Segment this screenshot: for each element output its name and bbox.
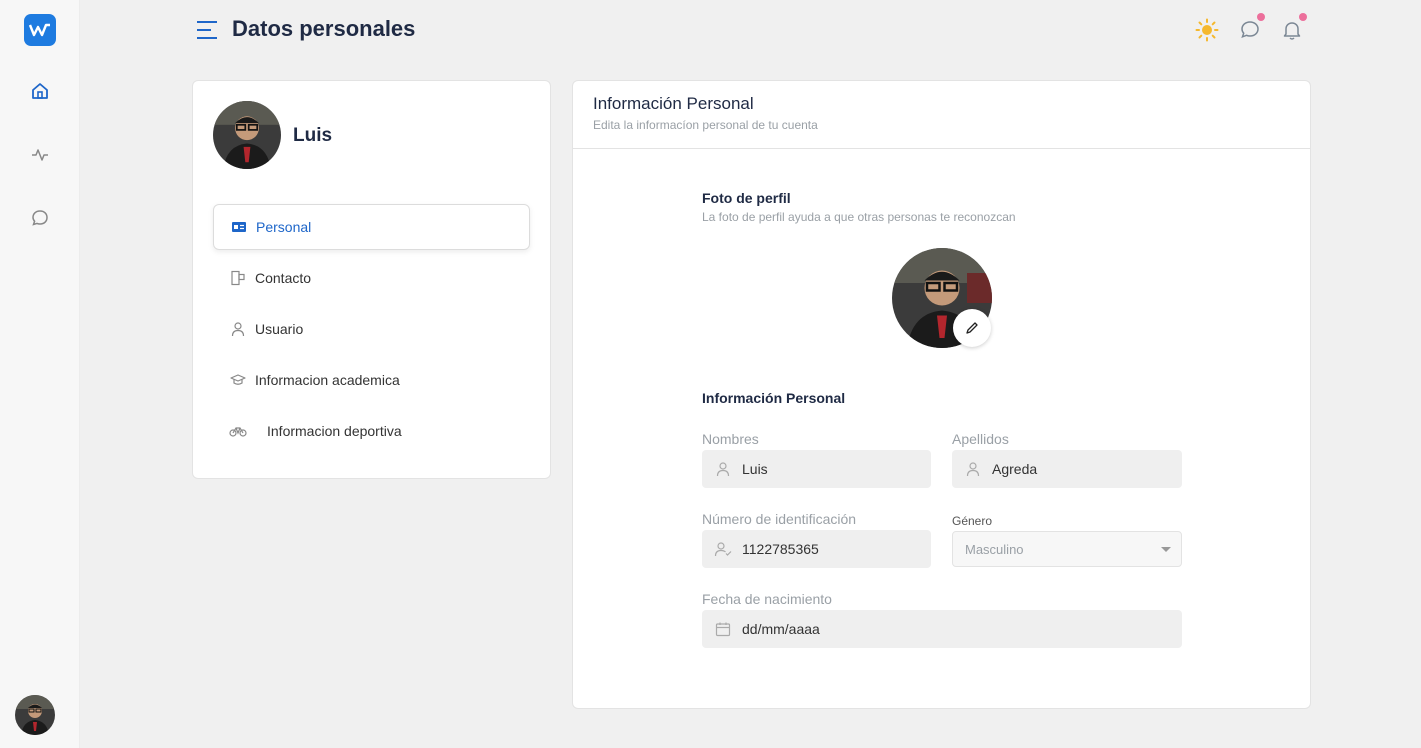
- personal-info-card: Información Personal Edita la informacío…: [572, 80, 1311, 709]
- page-title: Datos personales: [232, 16, 416, 41]
- card-header: Información Personal Edita la informacío…: [573, 81, 1310, 149]
- genero-select[interactable]: Masculino: [952, 531, 1182, 567]
- profile-avatar: [213, 101, 281, 169]
- menu-item-label: Informacion academica: [255, 372, 400, 388]
- notifications-icon[interactable]: [1280, 13, 1307, 42]
- menu-item-label: Personal: [256, 219, 312, 235]
- id-card-icon: [230, 218, 248, 236]
- menu-item-academica[interactable]: Informacion academica: [213, 357, 530, 403]
- apellidos-field[interactable]: Agreda: [952, 450, 1182, 488]
- chevron-down-icon: [1161, 547, 1171, 552]
- messages-badge: [1257, 13, 1265, 21]
- user-icon: [229, 320, 247, 338]
- chat-icon[interactable]: [28, 206, 52, 230]
- menu-toggle-icon[interactable]: [195, 19, 219, 41]
- menu-item-usuario[interactable]: Usuario: [213, 306, 530, 352]
- side-rail: [0, 0, 80, 748]
- graduation-cap-icon: [229, 371, 247, 389]
- pencil-icon: [966, 322, 978, 334]
- photo-section-title: Foto de perfil: [702, 190, 791, 206]
- apellidos-label: Apellidos: [952, 431, 1009, 447]
- user-avatar[interactable]: [15, 695, 55, 735]
- info-section-title: Información Personal: [702, 390, 846, 406]
- menu-item-label: Contacto: [255, 270, 312, 286]
- menu-item-contacto[interactable]: Contacto: [213, 255, 530, 301]
- notifications-badge: [1299, 13, 1307, 21]
- card-title: Información Personal: [593, 94, 754, 113]
- edit-photo-button[interactable]: [953, 309, 991, 347]
- menu-item-label: Usuario: [255, 321, 304, 337]
- profile-menu-card: Luis Personal Contacto Usuario Informaci…: [192, 80, 551, 479]
- theme-toggle-icon[interactable]: [1195, 18, 1219, 42]
- bicycle-icon: [229, 422, 247, 440]
- user-check-icon: [714, 540, 732, 558]
- nombres-field[interactable]: Luis: [702, 450, 931, 488]
- genero-value: Masculino: [965, 541, 1024, 557]
- logo-icon: [28, 23, 50, 37]
- calendar-icon: [714, 620, 732, 638]
- card-subtitle: Edita la informacíon personal de tu cuen…: [593, 118, 818, 132]
- profile-name: Luis: [293, 125, 333, 146]
- menu-item-personal[interactable]: Personal: [213, 204, 530, 250]
- identificacion-field[interactable]: 1122785365: [702, 530, 931, 568]
- nombres-label: Nombres: [702, 431, 759, 447]
- fecha-field[interactable]: dd/mm/aaaa: [702, 610, 1182, 648]
- apellidos-value: Agreda: [992, 461, 1038, 477]
- photo-section-subtitle: La foto de perfil ayuda a que otras pers…: [702, 210, 1016, 224]
- nombres-value: Luis: [742, 461, 768, 477]
- identificacion-value: 1122785365: [742, 541, 819, 557]
- messages-icon[interactable]: [1238, 13, 1265, 42]
- identificacion-label: Número de identificación: [702, 511, 857, 527]
- activity-icon[interactable]: [28, 143, 52, 167]
- contact-icon: [229, 269, 247, 287]
- menu-item-deportiva[interactable]: Informacion deportiva: [213, 408, 530, 454]
- user-icon: [964, 460, 982, 478]
- app-logo[interactable]: [24, 14, 56, 46]
- home-icon[interactable]: [28, 79, 52, 103]
- fecha-value: dd/mm/aaaa: [742, 621, 820, 637]
- menu-item-label: Informacion deportiva: [267, 423, 402, 439]
- profile-photo: [892, 248, 992, 348]
- genero-label: Género: [952, 514, 993, 528]
- fecha-label: Fecha de nacimiento: [702, 591, 832, 607]
- user-icon: [714, 460, 732, 478]
